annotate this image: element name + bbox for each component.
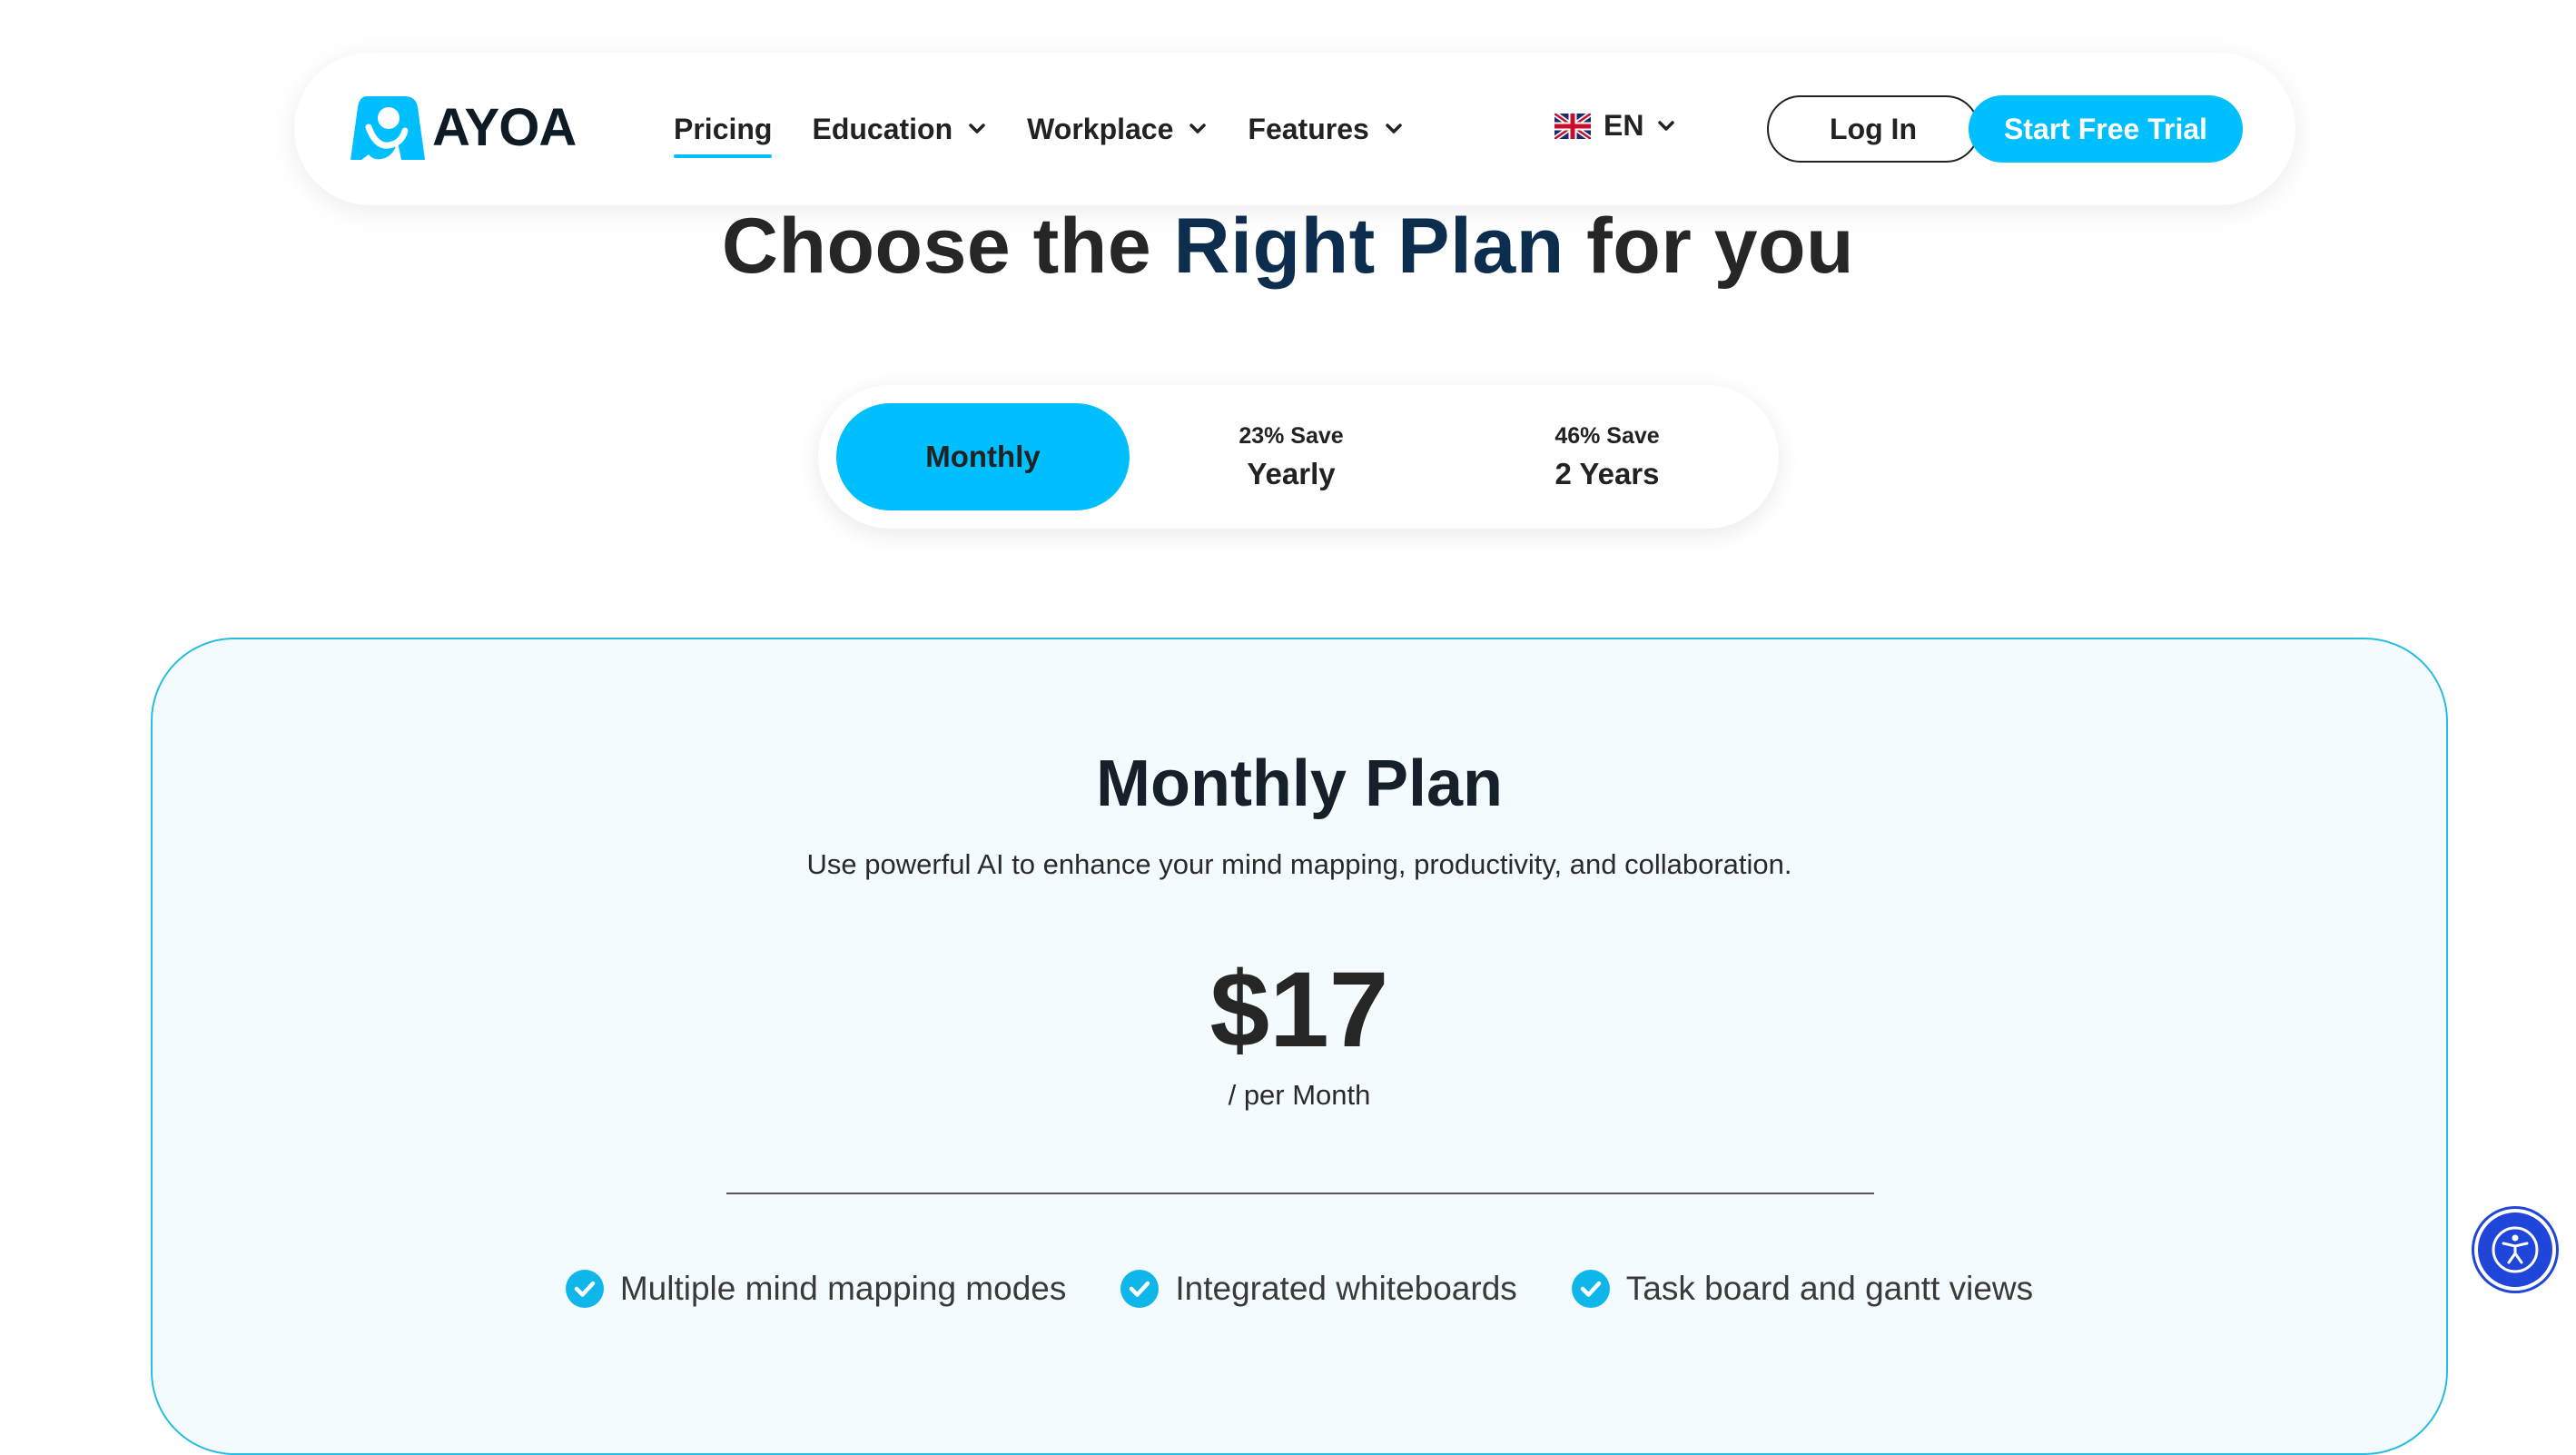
toggle-option-label: Monthly [925,440,1041,473]
check-circle-icon [1571,1270,1610,1308]
main-menu: Pricing Education Workplace Features [674,105,1444,158]
active-underline [674,154,773,158]
toggle-option-label: Yearly [1247,456,1336,490]
uk-flag-icon [1554,113,1591,139]
login-button[interactable]: Log In [1767,95,1979,163]
feature-label: Integrated whiteboards [1175,1270,1517,1307]
nav-item-label: Education [812,112,953,145]
feature-label: Task board and gantt views [1625,1270,2034,1307]
toggle-option-yearly[interactable]: 23% Save Yearly [1145,403,1437,510]
plan-title: Monthly Plan [1096,747,1503,820]
savings-badge: 23% Save [1239,422,1344,449]
feature-label: Multiple mind mapping modes [619,1270,1067,1307]
start-free-trial-button[interactable]: Start Free Trial [1969,95,2243,163]
nav-item-label: Pricing [674,112,773,145]
accessibility-icon [2492,1226,2539,1273]
title-part-2: for you [1564,203,1855,290]
nav-item-workplace[interactable]: Workplace [1027,105,1208,153]
nav-item-pricing[interactable]: Pricing [674,105,773,158]
check-circle-icon [1120,1270,1160,1308]
check-circle-icon [565,1270,604,1308]
language-selector[interactable]: EN [1554,109,1676,143]
chevron-down-icon [1386,124,1402,134]
nav-item-label: Workplace [1027,112,1174,145]
nav-item-label: Features [1248,112,1369,145]
billing-period-toggle: Monthly 23% Save Yearly 46% Save 2 Years [818,385,1779,529]
toggle-option-label: 2 Years [1554,456,1660,490]
page-title: Choose the Right Plan for you [0,202,2576,292]
plan-price: $17 [1209,950,1389,1070]
toggle-option-monthly[interactable]: Monthly [836,403,1130,510]
nav-item-features[interactable]: Features [1248,105,1403,153]
plan-description: Use powerful AI to enhance your mind map… [806,848,1792,880]
brand-logo[interactable]: AYOA [349,91,577,163]
language-code: EN [1604,109,1644,142]
divider [726,1193,1874,1194]
nav-item-education[interactable]: Education [812,105,987,153]
plan-card: Monthly Plan Use powerful AI to enhance … [151,638,2448,1455]
title-highlight: Right Plan [1173,203,1564,290]
feature-list: Multiple mind mapping modes Integrated w… [153,1270,2446,1308]
chevron-down-icon [1189,124,1207,134]
chevron-down-icon [969,124,985,134]
feature-item: Integrated whiteboards [1120,1270,1517,1308]
title-part-1: Choose the [721,203,1174,290]
ayoa-logo-icon [350,96,425,160]
accessibility-button[interactable] [2474,1209,2556,1291]
top-navigation: AYOA Pricing Education Workplace Feature… [294,53,2295,205]
price-period: / per Month [1228,1079,1371,1111]
feature-item: Multiple mind mapping modes [565,1270,1067,1308]
chevron-down-icon [1658,120,1675,131]
feature-item: Task board and gantt views [1571,1270,2034,1308]
brand-name: AYOA [432,97,577,157]
savings-badge: 46% Save [1554,422,1660,449]
toggle-option-2-years[interactable]: 46% Save 2 Years [1461,403,1753,510]
